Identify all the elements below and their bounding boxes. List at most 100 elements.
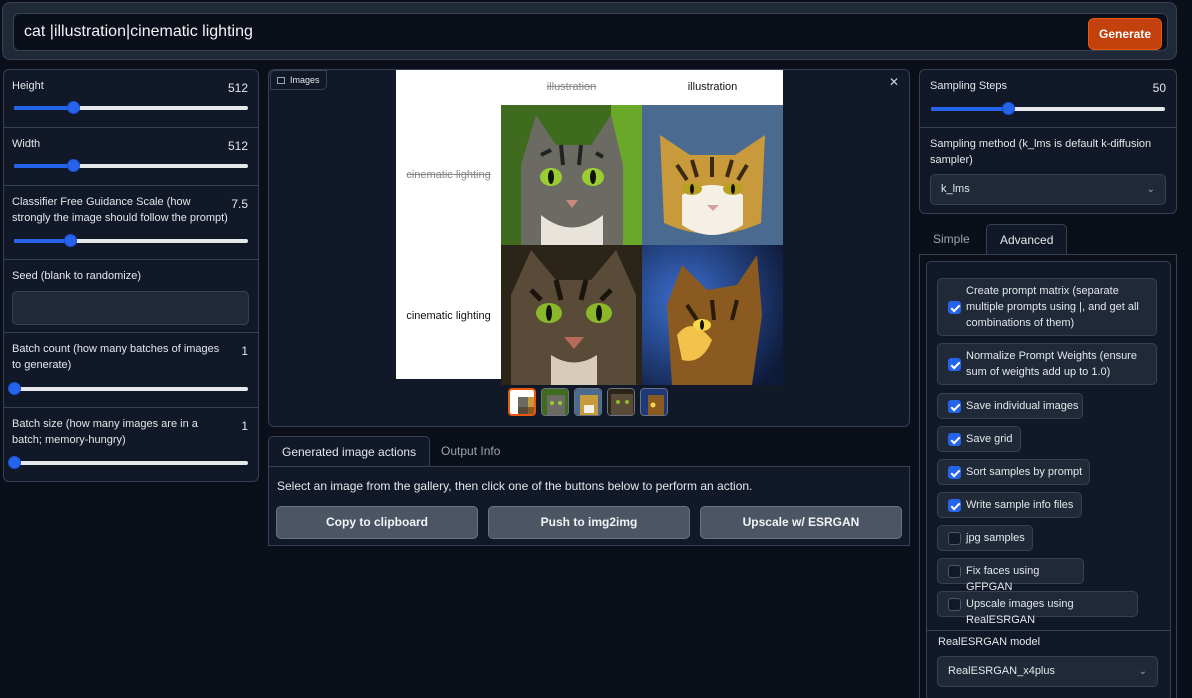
cfg-slider[interactable]	[14, 234, 248, 247]
batch-size-setting: Batch size (how many images are in a bat…	[4, 408, 258, 482]
esrgan-model-label: RealESRGAN model	[938, 636, 1041, 648]
seed-setting: Seed (blank to randomize)	[4, 260, 258, 333]
batch-count-value: 1	[241, 344, 248, 358]
checkbox[interactable]	[948, 466, 961, 479]
slider-thumb[interactable]	[1002, 102, 1016, 115]
thumbnail-grid[interactable]	[508, 388, 536, 416]
row-label: cinematic lighting	[406, 310, 491, 322]
tab-simple[interactable]: Simple	[920, 224, 983, 255]
width-value: 512	[227, 139, 248, 153]
checkbox-save-individual[interactable]: Save individual images	[937, 393, 1083, 419]
image-icon	[277, 77, 285, 84]
slider-thumb[interactable]	[8, 456, 21, 469]
sampling-method-select[interactable]: k_lms ⌄	[930, 174, 1166, 205]
checkbox[interactable]	[948, 565, 961, 578]
prompt-bar: cat |illustration|cinematic lighting Gen…	[2, 2, 1177, 60]
seed-input[interactable]	[12, 291, 249, 325]
push-to-img2img-button[interactable]: Push to img2img	[488, 506, 690, 539]
height-value: 512	[227, 81, 248, 95]
actions-message: Select an image from the gallery, then c…	[277, 479, 753, 493]
thumbnail-image[interactable]	[541, 388, 569, 416]
gallery-tag: Images	[270, 70, 327, 90]
checkbox-save-grid[interactable]: Save grid	[937, 426, 1021, 452]
thumbnail-image[interactable]	[640, 388, 668, 416]
image-actions: Generated image actions Output Info Sele…	[268, 436, 910, 546]
checkbox-label: Normalize Prompt Weights (ensure sum of …	[966, 350, 1137, 378]
width-setting: Width 512	[4, 128, 258, 186]
sampling-steps-slider[interactable]	[931, 102, 1165, 115]
slider-thumb[interactable]	[66, 159, 80, 172]
height-label: Height	[12, 80, 44, 92]
esrgan-model-value: RealESRGAN_x4plus	[948, 665, 1055, 677]
checkbox-normalize-weights[interactable]: Normalize Prompt Weights (ensure sum of …	[937, 343, 1157, 385]
actions-body: Select an image from the gallery, then c…	[268, 466, 910, 546]
advanced-options: Create prompt matrix (separate multiple …	[926, 261, 1171, 698]
checkbox-upscale-esrgan[interactable]: Upscale images using RealESRGAN	[937, 591, 1138, 626]
checkbox-jpg-samples[interactable]: jpg samples	[937, 525, 1033, 551]
batch-size-slider[interactable]	[8, 456, 248, 469]
sampling-steps-value: 50	[1152, 81, 1166, 95]
sampling-method-label: Sampling method (k_lms is default k-diff…	[930, 138, 1152, 166]
slider-thumb[interactable]	[8, 382, 21, 395]
tab-output-info[interactable]: Output Info	[428, 436, 513, 467]
batch-count-label: Batch count (how many batches of images …	[12, 343, 220, 371]
checkbox-fix-faces[interactable]: Fix faces using GFPGAN	[937, 558, 1084, 593]
checkbox[interactable]	[948, 400, 961, 413]
checkbox[interactable]	[948, 598, 961, 611]
cat-image-3	[501, 245, 642, 385]
thumbnail-image[interactable]	[574, 388, 602, 416]
checkbox-label: Write sample info files	[966, 499, 1074, 511]
sampling-panel: Sampling Steps 50 Sampling method (k_lms…	[919, 69, 1177, 214]
chevron-down-icon: ⌄	[1146, 184, 1155, 195]
checkbox[interactable]	[948, 532, 961, 545]
checkbox-prompt-matrix[interactable]: Create prompt matrix (separate multiple …	[937, 278, 1157, 336]
close-icon[interactable]: ✕	[889, 75, 899, 89]
slider-thumb[interactable]	[64, 234, 78, 247]
upscale-esrgan-button[interactable]: Upscale w/ ESRGAN	[700, 506, 902, 539]
batch-count-setting: Batch count (how many batches of images …	[4, 333, 258, 408]
width-slider[interactable]	[14, 159, 248, 172]
checkbox-label: Save individual images	[966, 400, 1079, 412]
prompt-input[interactable]: cat |illustration|cinematic lighting	[13, 13, 1168, 51]
image-gallery: Images ✕ illustration illustration cinem…	[268, 69, 910, 427]
col-label: illustration	[546, 81, 597, 93]
checkbox-sort-samples[interactable]: Sort samples by prompt	[937, 459, 1090, 485]
generate-button[interactable]: Generate	[1088, 18, 1162, 50]
cfg-setting: Classifier Free Guidance Scale (how stro…	[4, 186, 258, 260]
col-label: illustration	[687, 81, 738, 93]
cfg-label: Classifier Free Guidance Scale (how stro…	[12, 196, 228, 224]
checkbox[interactable]	[948, 499, 961, 512]
tab-advanced[interactable]: Advanced	[986, 224, 1068, 255]
prompt-matrix-image[interactable]: illustration illustration cinematic ligh…	[396, 70, 783, 385]
checkbox-label: Create prompt matrix (separate multiple …	[966, 285, 1139, 329]
thumbnail-image[interactable]	[607, 388, 635, 416]
checkbox[interactable]	[948, 301, 961, 314]
copy-to-clipboard-button[interactable]: Copy to clipboard	[276, 506, 478, 539]
esrgan-model-select[interactable]: RealESRGAN_x4plus ⌄	[937, 656, 1158, 687]
cfg-value: 7.5	[231, 197, 248, 211]
cat-image-4	[642, 245, 783, 385]
settings-panel: Height 512 Width 512 Classifier Free Gui…	[3, 69, 259, 482]
checkbox-write-info[interactable]: Write sample info files	[937, 492, 1082, 518]
checkbox[interactable]	[948, 433, 961, 446]
slider-thumb[interactable]	[66, 101, 80, 114]
cat-image-2	[642, 105, 783, 245]
checkbox[interactable]	[948, 358, 961, 371]
thumbnail-strip	[508, 388, 668, 416]
tab-generated-image-actions[interactable]: Generated image actions	[268, 436, 431, 467]
height-setting: Height 512	[4, 70, 258, 128]
sampling-steps-label: Sampling Steps	[930, 80, 1008, 92]
chevron-down-icon: ⌄	[1138, 666, 1147, 677]
cat-image-1	[501, 105, 642, 245]
width-label: Width	[12, 138, 41, 150]
batch-size-value: 1	[241, 419, 248, 433]
height-slider[interactable]	[14, 101, 248, 114]
checkbox-label: jpg samples	[966, 532, 1025, 544]
row-label: cinematic lighting	[406, 169, 491, 181]
checkbox-label: Sort samples by prompt	[966, 466, 1083, 478]
batch-count-slider[interactable]	[8, 382, 248, 395]
batch-size-label: Batch size (how many images are in a bat…	[12, 418, 198, 446]
checkbox-label: Upscale images using RealESRGAN	[966, 598, 1074, 626]
advanced-panel: Create prompt matrix (separate multiple …	[919, 254, 1177, 698]
gallery-tag-label: Images	[290, 75, 320, 85]
